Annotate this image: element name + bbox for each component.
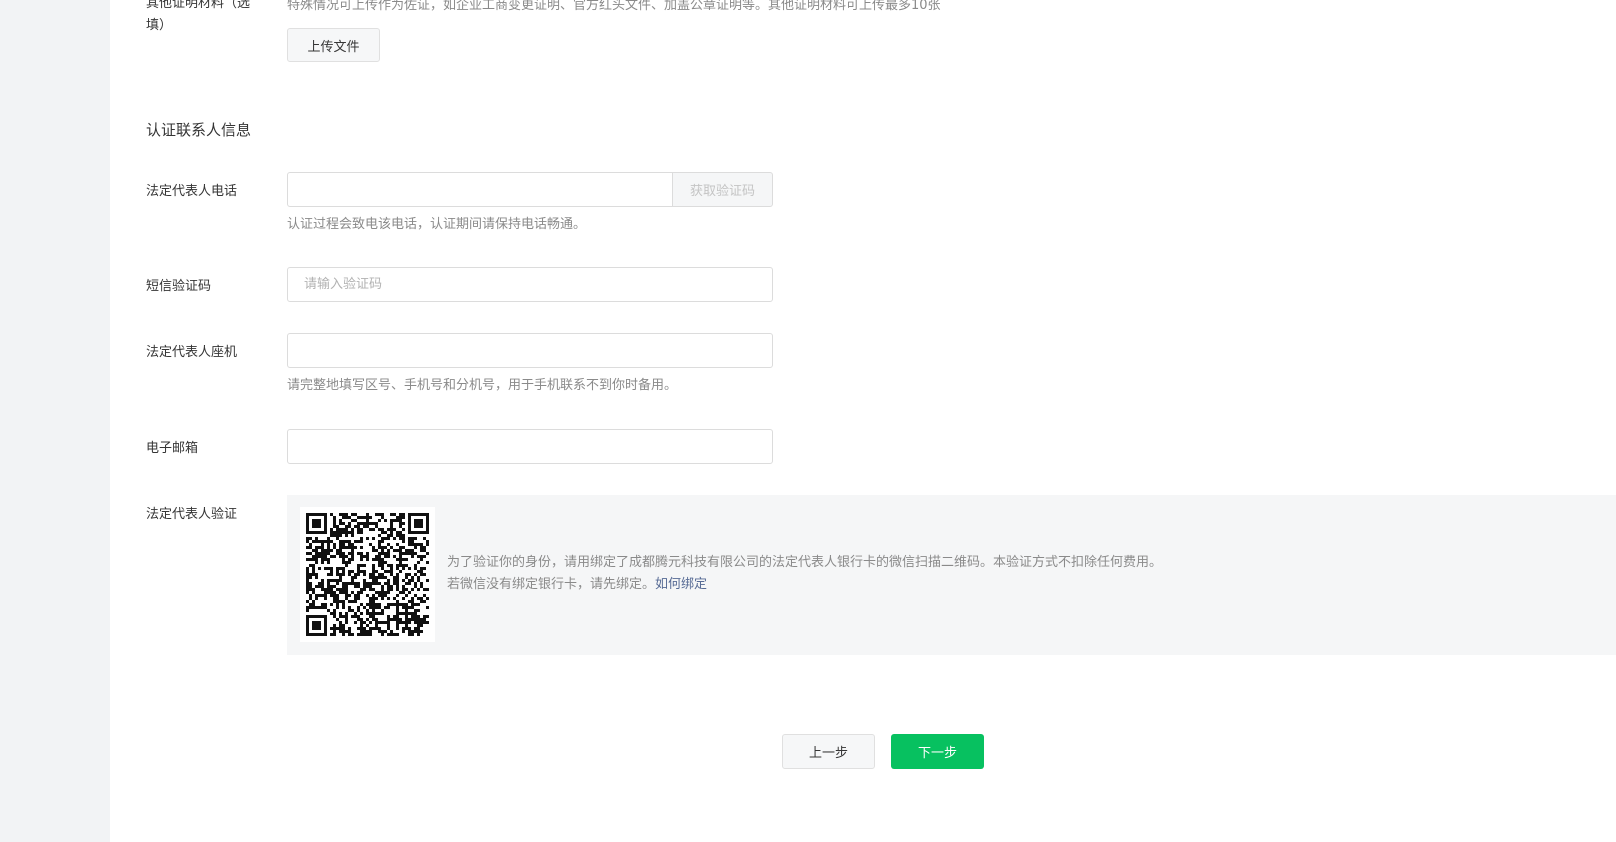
next-step-button[interactable]: 下一步 xyxy=(891,734,984,769)
legal-verify-label: 法定代表人验证 xyxy=(146,507,238,522)
landline-label: 法定代表人座机 xyxy=(146,345,238,360)
upload-file-button[interactable]: 上传文件 xyxy=(287,28,380,62)
how-to-bind-link[interactable]: 如何绑定 xyxy=(655,577,707,592)
get-code-button[interactable]: 获取验证码 xyxy=(672,172,773,207)
verify-instruction: 为了验证你的身份，请用绑定了成都腾元科技有限公司的法定代表人银行卡的微信扫描二维… xyxy=(447,555,1163,570)
other-materials-hint: 特殊情况可上传作为佐证，如企业工商变更证明、官方红头文件、加盖公章证明等。其他证… xyxy=(287,0,941,13)
prev-step-button[interactable]: 上一步 xyxy=(782,734,875,769)
contact-section-title: 认证联系人信息 xyxy=(146,121,252,139)
verify-panel: 为了验证你的身份，请用绑定了成都腾元科技有限公司的法定代表人银行卡的微信扫描二维… xyxy=(287,495,1616,655)
email-label: 电子邮箱 xyxy=(146,441,199,456)
other-materials-label: 其他证明材料（选填） xyxy=(146,0,251,33)
qr-code-icon xyxy=(306,513,429,636)
legal-phone-hint: 认证过程会致电该电话，认证期间请保持电话畅通。 xyxy=(287,217,587,232)
sms-code-input[interactable] xyxy=(287,267,773,302)
landline-input[interactable] xyxy=(287,333,773,368)
legal-phone-label: 法定代表人电话 xyxy=(146,184,238,199)
email-input[interactable] xyxy=(287,429,773,464)
legal-phone-input[interactable] xyxy=(287,172,673,207)
qr-code-container xyxy=(300,507,435,642)
landline-hint: 请完整地填写区号、手机号和分机号，用于手机联系不到你时备用。 xyxy=(287,378,678,393)
form-page: 其他证明材料（选填） 特殊情况可上传作为佐证，如企业工商变更证明、官方红头文件、… xyxy=(110,0,1616,842)
sms-code-label: 短信验证码 xyxy=(146,279,212,294)
verify-bind-hint: 若微信没有绑定银行卡，请先绑定。如何绑定 xyxy=(447,575,707,595)
bind-first-text: 若微信没有绑定银行卡，请先绑定。 xyxy=(447,577,656,592)
